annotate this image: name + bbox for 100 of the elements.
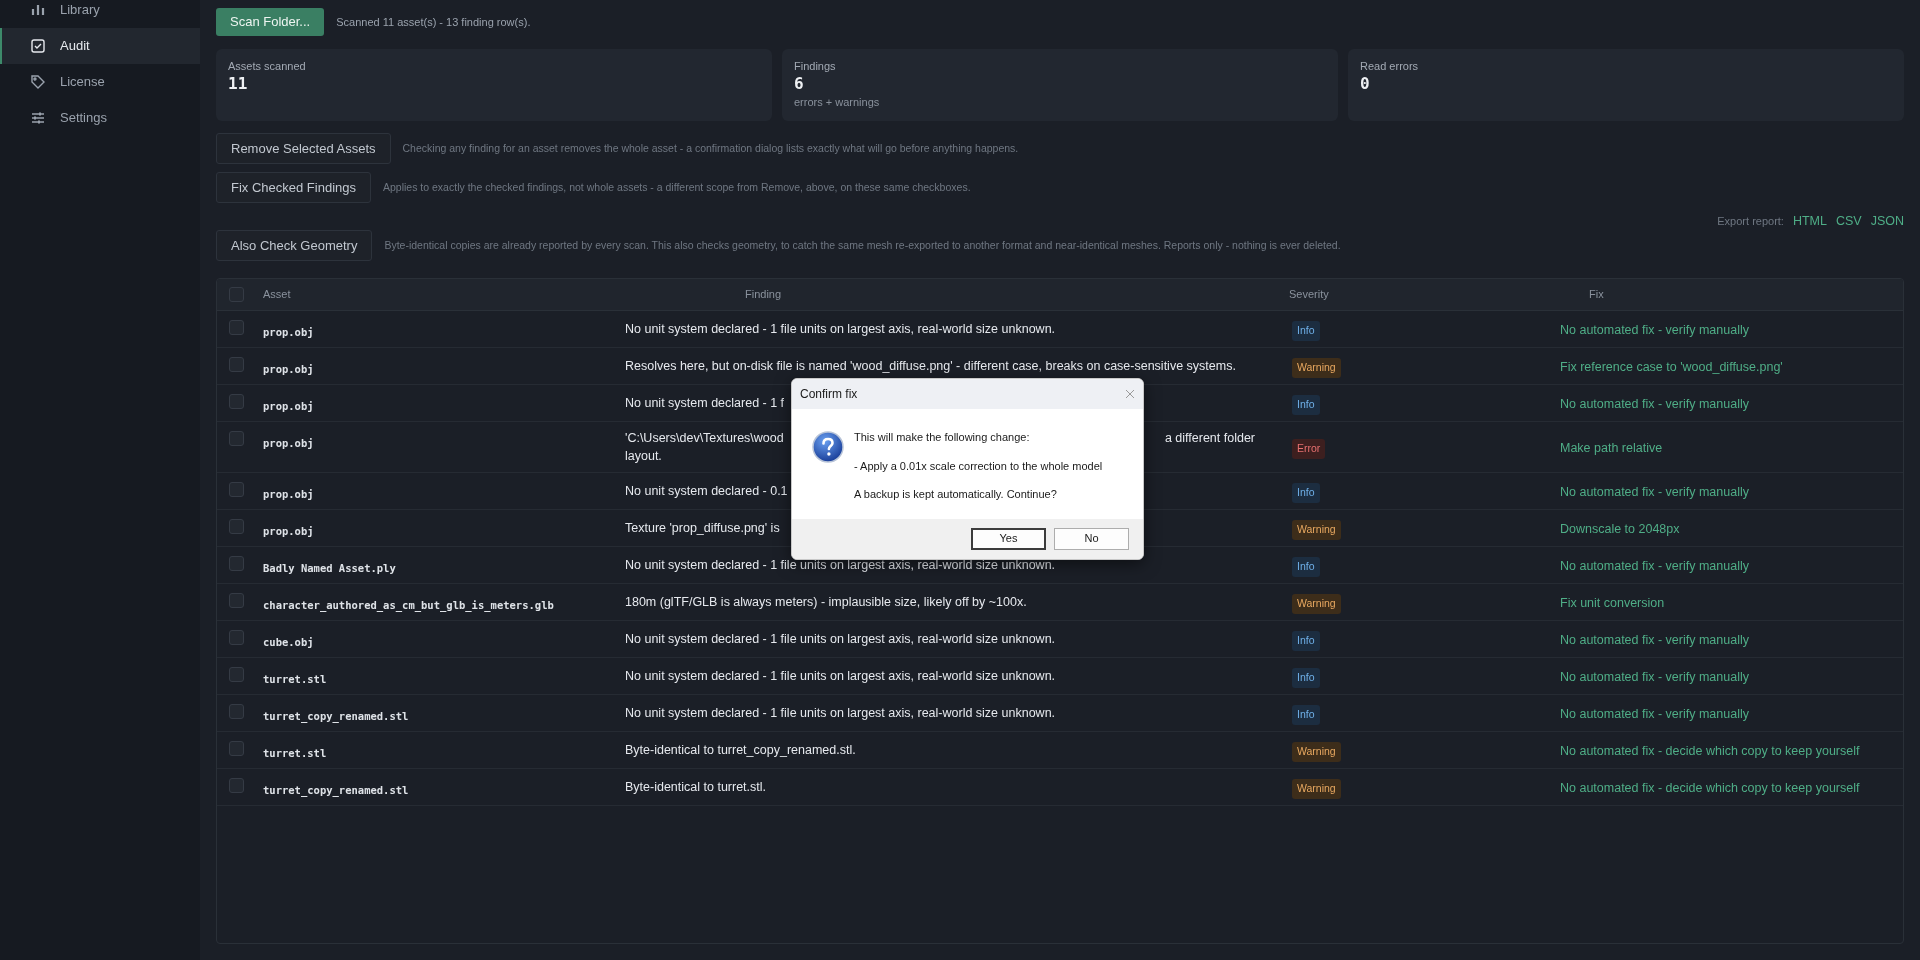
sidebar-item[interactable]: License bbox=[0, 64, 200, 100]
fix-text: Make path relative bbox=[1560, 441, 1663, 455]
fix-text: No automated fix - decide which copy to keep yourself bbox=[1560, 781, 1860, 795]
fix-text: Fix unit conversion bbox=[1560, 596, 1665, 610]
finding-text: No unit system declared - 0.1 bbox=[625, 484, 788, 498]
severity-label: Warning bbox=[1292, 594, 1341, 614]
finding-text: Byte-identical to turret_copy_renamed.stl. bbox=[625, 743, 856, 757]
finding-text: 'C:\Users\dev\Textures\wood bbox=[625, 430, 784, 447]
severity-label: Info bbox=[1292, 557, 1320, 577]
checkbox[interactable] bbox=[229, 320, 244, 335]
asset-name: prop.obj bbox=[263, 525, 314, 537]
finding-text: Texture 'prop_diffuse.png' is bbox=[625, 521, 780, 535]
fix-text: No automated fix - verify manually bbox=[1560, 397, 1749, 411]
stat-label: Assets scanned bbox=[228, 59, 307, 73]
dialog-button[interactable]: Yes bbox=[971, 527, 1046, 550]
checkbox[interactable] bbox=[229, 357, 244, 372]
finding-text: a different folder bbox=[1164, 430, 1255, 447]
sidebar-item[interactable]: Library bbox=[0, 0, 200, 28]
checkbox[interactable] bbox=[229, 778, 244, 793]
fix-text: Downscale to 2048px bbox=[1560, 522, 1680, 536]
stat-value: 0 bbox=[1360, 73, 1371, 95]
finding-text: No unit system declared - 1 f bbox=[625, 396, 785, 410]
geometry-description: Byte-identical copies are already reported by every scan. This also checks geometry, to catch the same mesh re-exported to another format and near-identical meshes. Reports only - nothing is ever deleted. bbox=[384, 237, 1341, 253]
stat-value: 6 bbox=[794, 73, 805, 95]
finding-text: layout. bbox=[625, 449, 662, 463]
asset-name: turret.stl bbox=[263, 747, 327, 759]
severity-label: Info bbox=[1292, 705, 1320, 725]
asset-name: Badly Named Asset.ply bbox=[263, 562, 396, 574]
checkbox[interactable] bbox=[229, 287, 244, 302]
bar-chart-icon bbox=[30, 2, 46, 18]
fix-text: No automated fix - verify manually bbox=[1560, 559, 1749, 573]
stat-label: Findings bbox=[794, 59, 837, 73]
column-header: Asset bbox=[263, 288, 291, 301]
severity-label: Warning bbox=[1292, 742, 1341, 762]
severity-label: Warning bbox=[1292, 358, 1341, 378]
dialog-message: This will make the following change: bbox=[854, 430, 1031, 445]
stat-note: errors + warnings bbox=[794, 95, 881, 109]
dialog-title: Confirm fix bbox=[800, 386, 858, 403]
scan-folder-button[interactable]: Scan Folder... bbox=[216, 8, 325, 36]
checkbox[interactable] bbox=[229, 556, 244, 571]
question-icon bbox=[812, 431, 844, 463]
finding-text: No unit system declared - 1 file units on largest axis, real-world size unknown. bbox=[625, 669, 1056, 683]
asset-name: prop.obj bbox=[263, 488, 314, 500]
export-label: Export report: bbox=[1717, 213, 1784, 229]
checkbox[interactable] bbox=[229, 667, 244, 682]
finding-text: Byte-identical to turret.stl. bbox=[625, 780, 767, 794]
dialog-button[interactable]: No bbox=[1054, 527, 1129, 550]
asset-name: prop.obj bbox=[263, 400, 314, 412]
severity-label: Error bbox=[1292, 439, 1326, 459]
asset-name: prop.obj bbox=[263, 363, 314, 375]
checkbox[interactable] bbox=[229, 519, 244, 534]
checkbox[interactable] bbox=[229, 431, 244, 446]
finding-text: No unit system declared - 1 file units on largest axis, real-world size unknown. bbox=[625, 632, 1056, 646]
sliders-icon bbox=[30, 110, 46, 126]
column-header: Fix bbox=[1589, 288, 1604, 301]
sidebar-item[interactable]: Audit bbox=[0, 28, 200, 64]
tag-icon bbox=[30, 74, 46, 90]
fix-text: No automated fix - verify manually bbox=[1560, 670, 1749, 684]
finding-text: No unit system declared - 1 file units on largest axis, real-world size unknown. bbox=[625, 558, 1056, 572]
checkbox[interactable] bbox=[229, 704, 244, 719]
action-button[interactable]: Fix Checked Findings bbox=[216, 172, 371, 203]
fix-text: No automated fix - verify manually bbox=[1560, 633, 1749, 647]
sidebar-item[interactable]: Settings bbox=[0, 100, 200, 136]
column-header: Finding bbox=[745, 288, 782, 301]
action-button[interactable]: Remove Selected Assets bbox=[216, 133, 391, 164]
fix-text: No automated fix - verify manually bbox=[1560, 485, 1749, 499]
geometry-button[interactable]: Also Check Geometry bbox=[216, 230, 373, 261]
checkbox[interactable] bbox=[229, 741, 244, 756]
dialog-message: - Apply a 0.01x scale correction to the whole model bbox=[854, 458, 1103, 474]
severity-label: Warning bbox=[1292, 520, 1341, 540]
checkbox[interactable] bbox=[229, 394, 244, 409]
fix-text: No automated fix - verify manually bbox=[1560, 323, 1749, 337]
severity-label: Info bbox=[1292, 483, 1320, 503]
stat-value: 11 bbox=[228, 73, 249, 95]
fix-text: No automated fix - decide which copy to keep yourself bbox=[1560, 744, 1860, 758]
severity-label: Info bbox=[1292, 668, 1320, 688]
finding-text: Resolves here, but on-disk file is named 'wood_diffuse.png' - different case, breaks on case-sensitive systems. bbox=[625, 359, 1236, 373]
checkbox[interactable] bbox=[229, 630, 244, 645]
scan-status: Scanned 11 asset(s) - 13 finding row(s). bbox=[336, 14, 531, 30]
checkbox[interactable] bbox=[229, 593, 244, 608]
asset-name: turret_copy_renamed.stl bbox=[263, 784, 409, 796]
severity-label: Info bbox=[1292, 395, 1320, 415]
severity-label: Info bbox=[1292, 631, 1320, 651]
dialog-message: A backup is kept automatically. Continue? bbox=[854, 487, 1058, 502]
asset-name: prop.obj bbox=[263, 437, 314, 449]
finding-text: No unit system declared - 1 file units on largest axis, real-world size unknown. bbox=[625, 706, 1056, 720]
export-link[interactable]: JSON bbox=[1870, 211, 1904, 231]
finding-text: No unit system declared - 1 file units on largest axis, real-world size unknown. bbox=[625, 322, 1056, 336]
severity-label: Warning bbox=[1292, 779, 1341, 799]
export-link[interactable]: HTML bbox=[1792, 211, 1827, 231]
export-link[interactable]: CSV bbox=[1835, 211, 1862, 231]
asset-name: turret_copy_renamed.stl bbox=[263, 710, 409, 722]
fix-text: Fix reference case to 'wood_diffuse.png' bbox=[1560, 360, 1783, 374]
close-icon[interactable] bbox=[1125, 389, 1135, 399]
column-header: Severity bbox=[1289, 288, 1329, 301]
checkbox[interactable] bbox=[229, 482, 244, 497]
fix-text: No automated fix - verify manually bbox=[1560, 707, 1749, 721]
action-description: Checking any finding for an asset removes the whole asset - a confirmation dialog lists exactly what will go before anything happens. bbox=[402, 140, 1019, 156]
asset-name: turret.stl bbox=[263, 673, 327, 685]
severity-label: Info bbox=[1292, 321, 1320, 341]
